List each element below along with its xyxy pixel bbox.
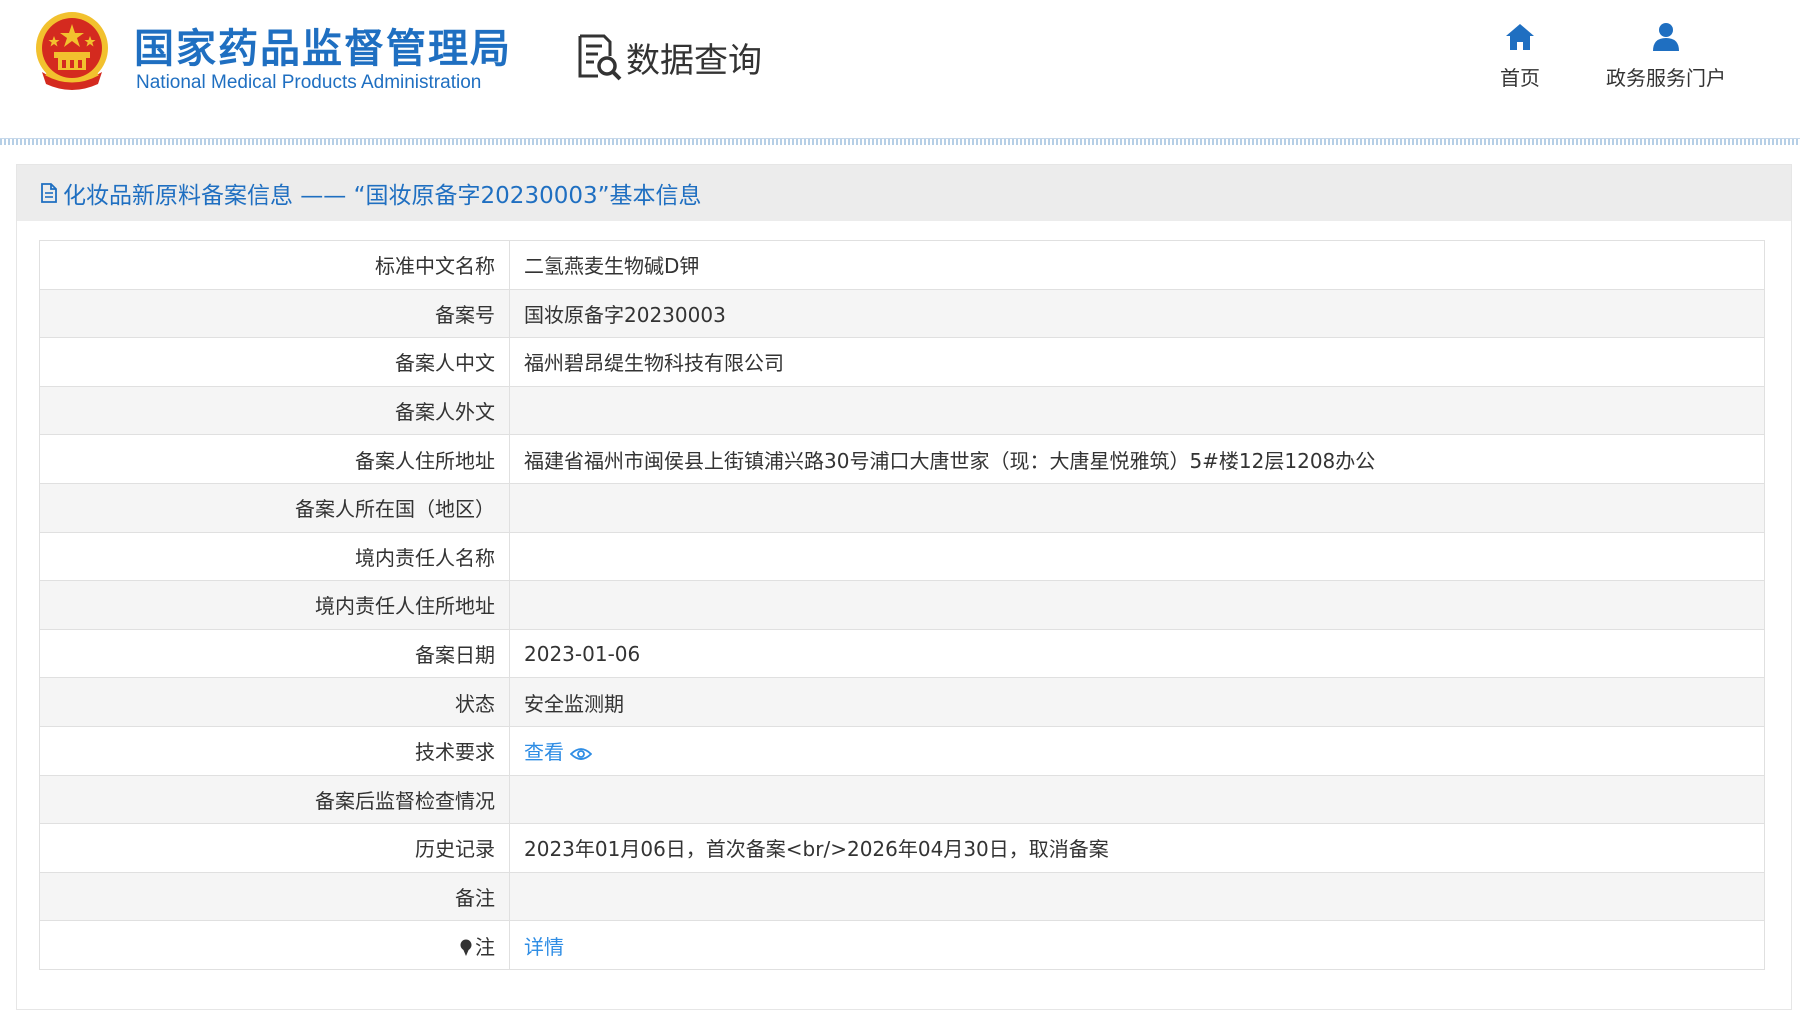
field-label: 备案号 xyxy=(39,288,510,339)
table-row: 备案人住所地址 福建省福州市闽侯县上街镇浦兴路30号浦口大唐世家（现：大唐星悦雅… xyxy=(39,434,1765,484)
field-label: 备案日期 xyxy=(39,628,510,679)
national-emblem-icon xyxy=(36,12,108,90)
table-row: 状态 安全监测期 xyxy=(39,677,1765,727)
table-row: 备案人所在国（地区） xyxy=(39,482,1765,533)
table-row: 备案后监督检查情况 xyxy=(39,774,1765,825)
table-row: 备注 xyxy=(39,871,1765,922)
eye-icon xyxy=(570,747,592,760)
field-value xyxy=(509,871,1765,922)
table-row: 历史记录 2023年01月06日，首次备案<br/>2026年04月30日，取消… xyxy=(39,823,1765,873)
field-label: 备案后监督检查情况 xyxy=(39,774,510,825)
panel-title: 化妆品新原料备案信息 —— “国妆原备字20230003”基本信息 xyxy=(17,165,1791,221)
field-value: 2023年01月06日，首次备案<br/>2026年04月30日，取消备案 xyxy=(509,823,1765,873)
field-label: 注 xyxy=(39,920,510,970)
note-label: 注 xyxy=(475,934,495,959)
field-label: 备案人所在国（地区） xyxy=(39,482,510,533)
details-link[interactable]: 详情 xyxy=(524,935,564,959)
field-value xyxy=(509,580,1765,630)
nav-portal-button[interactable]: 政务服务门户 xyxy=(1596,22,1736,91)
field-value xyxy=(509,482,1765,533)
field-value xyxy=(509,385,1765,436)
panel-title-text: 化妆品新原料备案信息 —— “国妆原备字20230003”基本信息 xyxy=(63,183,702,209)
field-label: 备注 xyxy=(39,871,510,922)
header-divider xyxy=(0,138,1800,145)
table-row: 注 详情 xyxy=(39,920,1765,970)
view-tech-requirements-link[interactable]: 查看 xyxy=(524,740,592,764)
table-row: 备案人中文 福州碧昂缇生物科技有限公司 xyxy=(39,337,1765,387)
field-value: 查看 xyxy=(509,725,1765,776)
agency-name-cn: 国家药品监督管理局 xyxy=(134,26,512,72)
field-value: 福建省福州市闽侯县上街镇浦兴路30号浦口大唐世家（现：大唐星悦雅筑）5#楼12层… xyxy=(509,434,1765,484)
field-label: 历史记录 xyxy=(39,823,510,873)
field-value: 二氢燕麦生物碱D钾 xyxy=(509,240,1765,290)
data-query-title: 数据查询 xyxy=(574,32,762,82)
pin-icon xyxy=(460,939,472,957)
field-value: 福州碧昂缇生物科技有限公司 xyxy=(509,337,1765,387)
field-value xyxy=(509,531,1765,582)
user-icon xyxy=(1653,23,1679,51)
field-label: 标准中文名称 xyxy=(39,240,510,290)
view-link-label: 查看 xyxy=(524,740,564,765)
field-label: 备案人外文 xyxy=(39,385,510,436)
field-value: 安全监测期 xyxy=(509,677,1765,727)
nav-home-label: 首页 xyxy=(1500,66,1540,90)
table-row: 备案日期 2023-01-06 xyxy=(39,628,1765,679)
field-label: 境内责任人住所地址 xyxy=(39,580,510,630)
field-label: 技术要求 xyxy=(39,725,510,776)
nav-home-button[interactable]: 首页 xyxy=(1496,22,1544,91)
document-search-icon xyxy=(578,34,622,81)
table-row: 境内责任人住所地址 xyxy=(39,580,1765,630)
info-panel: 化妆品新原料备案信息 —— “国妆原备字20230003”基本信息 标准中文名称… xyxy=(16,164,1792,1010)
agency-name-en: National Medical Products Administration xyxy=(136,72,482,93)
field-label: 境内责任人名称 xyxy=(39,531,510,582)
table-row: 备案号 国妆原备字20230003 xyxy=(39,288,1765,339)
table-row: 境内责任人名称 xyxy=(39,531,1765,582)
nav-portal-label: 政务服务门户 xyxy=(1606,66,1726,90)
page-header: 国家药品监督管理局 National Medical Products Admi… xyxy=(0,0,1800,138)
document-icon xyxy=(41,183,57,203)
field-value: 详情 xyxy=(509,920,1765,970)
info-table: 标准中文名称 二氢燕麦生物碱D钾 备案号 国妆原备字20230003 备案人中文… xyxy=(39,240,1765,970)
home-icon xyxy=(1506,24,1534,50)
data-query-label: 数据查询 xyxy=(626,40,762,81)
field-value: 国妆原备字20230003 xyxy=(509,288,1765,339)
field-value: 2023-01-06 xyxy=(509,628,1765,679)
table-row: 标准中文名称 二氢燕麦生物碱D钾 xyxy=(39,240,1765,290)
table-row: 备案人外文 xyxy=(39,385,1765,436)
field-label: 备案人住所地址 xyxy=(39,434,510,484)
field-label: 备案人中文 xyxy=(39,337,510,387)
field-value xyxy=(509,774,1765,825)
field-label: 状态 xyxy=(39,677,510,727)
table-row: 技术要求 查看 xyxy=(39,725,1765,776)
